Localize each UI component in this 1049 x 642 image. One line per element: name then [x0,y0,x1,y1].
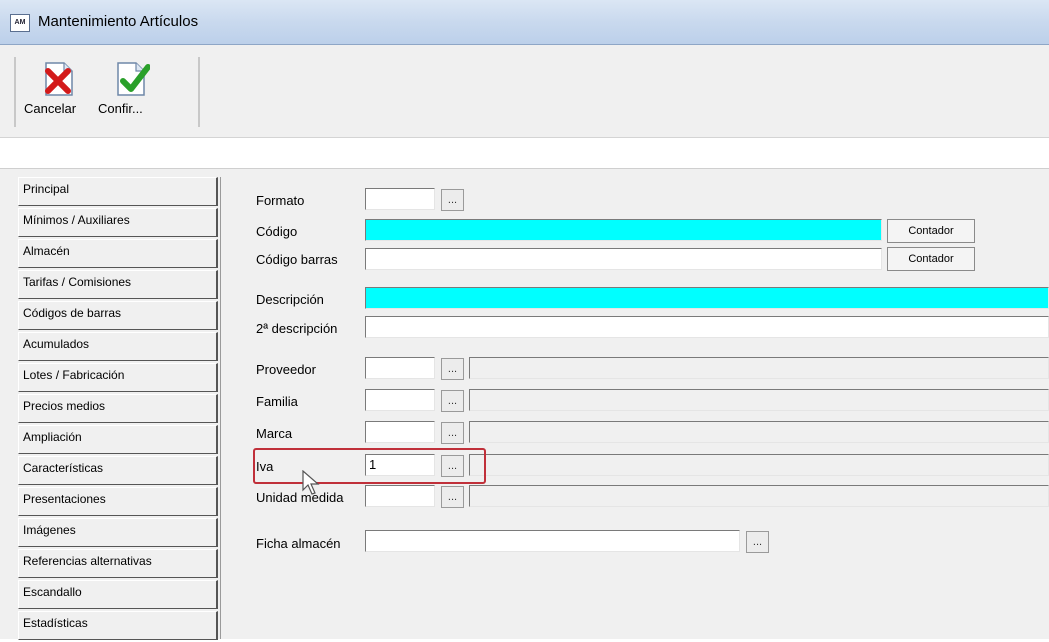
codigo-label: Código [256,224,298,239]
toolbar-separator [198,57,200,127]
confirm-icon [117,62,150,96]
sidebar-item-escandallo[interactable]: Escandallo [18,580,218,609]
cancel-icon [45,62,73,96]
codigo-input[interactable] [365,219,882,241]
marca-input[interactable] [365,421,435,443]
sidebar-item-referencias[interactable]: Referencias alternativas [18,549,218,578]
sidebar-item-tarifas[interactable]: Tarifas / Comisiones [18,270,218,299]
ficha-almacen-input[interactable] [365,530,740,552]
sidebar-item-imagenes[interactable]: Imágenes [18,518,218,547]
unidad-medida-label: Unidad medida [256,490,344,505]
ficha-almacen-label: Ficha almacén [256,536,341,551]
sidebar-divider [220,177,221,639]
sidebar-item-caracteristicas[interactable]: Características [18,456,218,485]
iva-name-field [469,454,1049,476]
toolbar-grip [14,57,16,127]
contador-button-2[interactable]: Contador [887,247,975,271]
unidad-medida-browse-button[interactable]: ... [441,486,464,508]
sidebar-item-lotes[interactable]: Lotes / Fabricación [18,363,218,392]
descripcion-label: Descripción [256,292,324,307]
familia-browse-button[interactable]: ... [441,390,464,412]
proveedor-name-field [469,357,1049,379]
descripcion-input[interactable] [365,287,1049,309]
sidebar-item-almacen[interactable]: Almacén [18,239,218,268]
marca-browse-button[interactable]: ... [441,422,464,444]
unidad-medida-name-field [469,485,1049,507]
formato-label: Formato [256,193,305,208]
title-bar: AM Mantenimiento Artículos [0,0,1049,45]
codigo-barras-label: Código barras [256,252,338,267]
cancel-button[interactable]: Cancelar [24,53,92,131]
mouse-cursor-icon [302,470,320,495]
familia-input[interactable] [365,389,435,411]
sidebar-item-codigos-barras[interactable]: Códigos de barras [18,301,218,330]
toolbar: Cancelar Confir... [0,45,1049,138]
contador-button-1[interactable]: Contador [887,219,975,243]
app-icon: AM [10,14,30,32]
iva-highlight-box [253,448,486,484]
confirm-label: Confir... [98,101,143,116]
ficha-almacen-browse-button[interactable]: ... [746,531,769,553]
sidebar: Principal Mínimos / Auxiliares Almacén T… [18,177,218,642]
formato-browse-button[interactable]: ... [441,189,464,211]
sidebar-item-presentaciones[interactable]: Presentaciones [18,487,218,516]
codigo-barras-input[interactable] [365,248,882,270]
familia-label: Familia [256,394,298,409]
proveedor-input[interactable] [365,357,435,379]
sidebar-item-principal[interactable]: Principal [18,177,218,206]
proveedor-label: Proveedor [256,362,316,377]
marca-label: Marca [256,426,293,441]
descripcion2-input[interactable] [365,316,1049,338]
marca-name-field [469,421,1049,443]
familia-name-field [469,389,1049,411]
proveedor-browse-button[interactable]: ... [441,358,464,380]
sidebar-item-ampliacion[interactable]: Ampliación [18,425,218,454]
formato-input[interactable] [365,188,435,210]
window-title: Mantenimiento Artículos [38,13,199,30]
sidebar-item-acumulados[interactable]: Acumulados [18,332,218,361]
sidebar-item-estadisticas[interactable]: Estadísticas [18,611,218,640]
descripcion2-label: 2ª descripción [256,321,338,336]
sidebar-item-precios-medios[interactable]: Precios medios [18,394,218,423]
cancel-label: Cancelar [24,101,77,116]
confirm-button[interactable]: Confir... [98,53,166,131]
sidebar-item-minimos[interactable]: Mínimos / Auxiliares [18,208,218,237]
unidad-medida-input[interactable] [365,485,435,507]
info-strip [0,138,1049,169]
